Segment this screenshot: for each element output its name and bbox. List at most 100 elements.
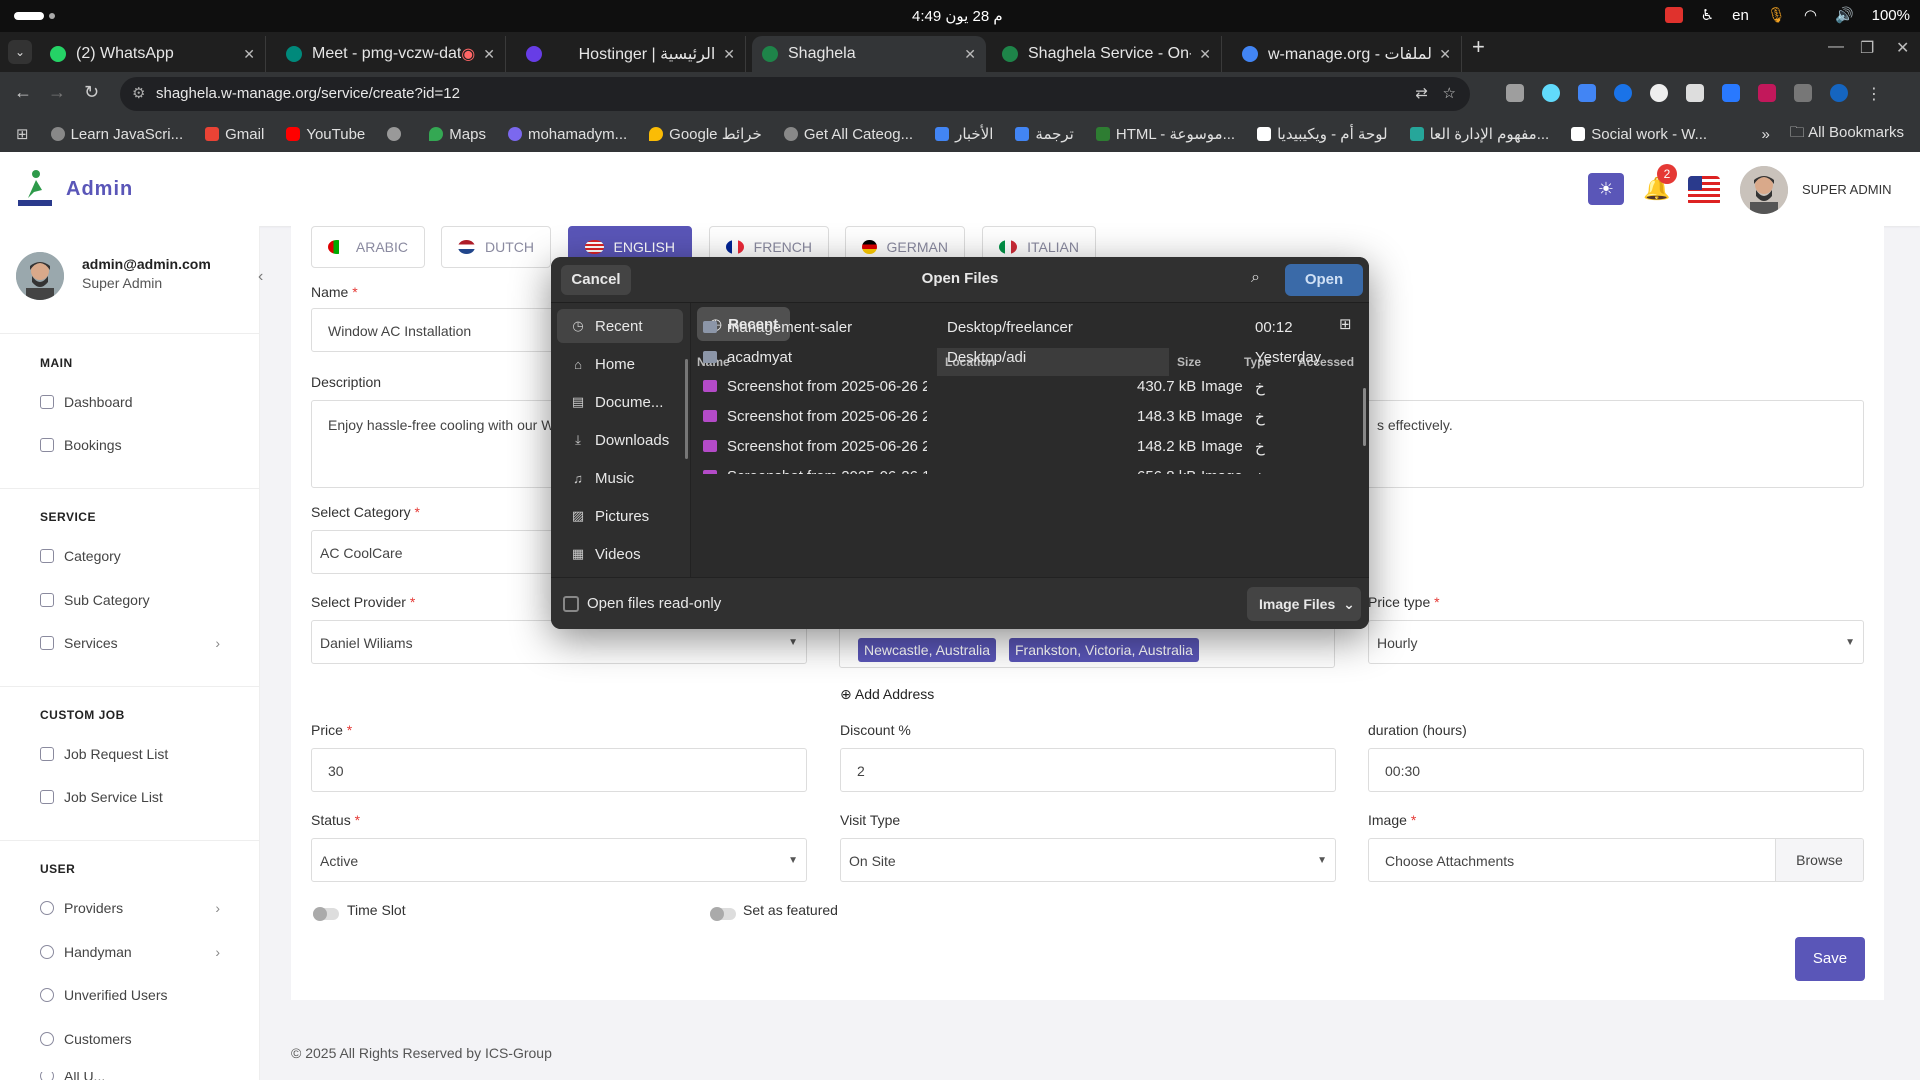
puzzle-extensions-icon[interactable] [1794, 84, 1812, 102]
restore-icon[interactable]: ❐ [1860, 38, 1874, 58]
duration-input[interactable]: 00:30 [1368, 748, 1864, 792]
tab-shaghela[interactable]: Shaghela ✕ [752, 36, 986, 72]
file-row[interactable]: acadmyat Desktop/adi Yesterday [691, 343, 1369, 373]
add-address-button[interactable]: ⊕ Add Address [840, 686, 934, 703]
bookmark-item[interactable]: لوحة أم - ويكيبيديا [1257, 125, 1388, 143]
bookmark-item[interactable]: ترجمة [1015, 125, 1074, 143]
file-type-filter[interactable]: Image Files ⌄ [1247, 587, 1361, 621]
status-select[interactable]: Active ▼ [311, 838, 807, 882]
sidebar-collapse-chevron-icon[interactable]: ‹ [258, 268, 263, 286]
place-music[interactable]: ♫ Music [557, 461, 683, 495]
sidebar-item-providers[interactable]: Providers › [40, 900, 220, 916]
more-bookmarks-icon[interactable]: » [1761, 126, 1769, 143]
header-avatar[interactable] [1740, 166, 1788, 214]
reload-icon[interactable]: ↻ [84, 82, 99, 103]
tab-meet[interactable]: Meet - pmg-vczw-dat ◉ ✕ [276, 36, 506, 72]
file-row[interactable]: Screenshot from 2025-06-26 19 656.8 kB Ima… [691, 462, 1369, 474]
place-downloads[interactable]: ⤓ Downloads [557, 423, 683, 457]
tab-w-manage[interactable]: w-manage.org - الملفات ✕ [1232, 36, 1462, 72]
tab-whatsapp[interactable]: (2) WhatsApp ✕ [40, 36, 266, 72]
close-tab-icon[interactable]: ✕ [723, 46, 735, 63]
bookmark-item[interactable]: HTML - موسوعة... [1095, 125, 1235, 143]
sidebar-item-job-request-list[interactable]: Job Request List [40, 746, 220, 762]
sidebar-item-unverified-users[interactable]: Unverified Users [40, 987, 220, 1003]
address-bar[interactable]: ⚙ shaghela.w-manage.org/service/create?i… [120, 77, 1470, 111]
file-row[interactable]: management-saler Desktop/freelancer 00:12 [691, 313, 1369, 343]
bookmark-item[interactable]: Gmail [205, 126, 264, 143]
bookmark-item[interactable]: YouTube [286, 126, 365, 143]
battery-level[interactable]: 100% [1872, 7, 1910, 24]
minimize-icon[interactable]: — [1828, 38, 1844, 56]
sidebar-item-customers[interactable]: Customers [40, 1031, 220, 1047]
address-chip[interactable]: Newcastle, Australia [858, 638, 997, 662]
open-button[interactable]: Open [1285, 264, 1363, 296]
bookmark-item[interactable]: Social work - W... [1571, 126, 1707, 143]
sidebar-scrollbar[interactable] [685, 359, 688, 459]
sidebar-item-handyman[interactable]: Handyman › [40, 944, 220, 960]
workspace-indicator[interactable] [14, 12, 44, 20]
ublock-icon[interactable] [1758, 84, 1776, 102]
place-recent[interactable]: ◷ Recent [557, 309, 683, 343]
workspace-dot[interactable] [49, 13, 55, 19]
tab-shaghela-service[interactable]: Shaghela Service - On-De✕ [992, 36, 1222, 72]
place-home[interactable]: ⌂ Home [557, 347, 683, 381]
close-tab-icon[interactable]: ✕ [1439, 46, 1451, 63]
sidebar-item-sub-category[interactable]: Sub Category [40, 592, 220, 608]
bookmark-item[interactable]: الأخبار [935, 125, 993, 143]
file-list-scrollbar[interactable] [1363, 388, 1366, 446]
wifi-icon[interactable]: ◠ [1804, 6, 1817, 24]
accessibility-icon[interactable]: ♿ [1701, 6, 1714, 24]
tab-search-chevron-icon[interactable]: ⌄ [8, 40, 32, 64]
react-devtools-icon[interactable] [1542, 84, 1560, 102]
checkmark-extension-icon[interactable] [1614, 84, 1632, 102]
close-tab-icon[interactable]: ✕ [483, 46, 495, 63]
price-type-select[interactable]: Hourly ▼ [1368, 620, 1864, 664]
all-bookmarks[interactable]: 🗀 All Bookmarks [1790, 122, 1904, 147]
search-icon[interactable]: ⌕ [1251, 269, 1260, 287]
keyboard-language[interactable]: en [1732, 7, 1749, 24]
lang-tab-dutch[interactable]: DUTCH [441, 226, 551, 268]
bookmark-item[interactable]: mohamadym... [507, 126, 627, 143]
bookmark-item[interactable]: مفهوم الإدارة العا... [1409, 125, 1549, 143]
header-username[interactable]: SUPER ADMIN [1802, 182, 1892, 197]
sidebar-item-services[interactable]: Services › [40, 635, 220, 651]
address-chip[interactable]: Frankston, Victoria, Australia [1009, 638, 1199, 662]
image-file-input[interactable]: Choose Attachments Browse [1368, 838, 1864, 882]
bookmark-star-icon[interactable]: ☆ [1443, 77, 1456, 111]
save-button[interactable]: Save [1795, 937, 1865, 981]
close-tab-icon[interactable]: ✕ [964, 46, 976, 63]
bookmark-item[interactable]: Learn JavaScri... [50, 126, 183, 143]
bookmark-item[interactable]: Get All Cateog... [783, 126, 913, 143]
back-arrow-icon[interactable]: ← [14, 82, 32, 103]
browser-menu-icon[interactable]: ⋮ [1866, 84, 1882, 104]
volume-icon[interactable]: 🔊 [1835, 6, 1854, 24]
cancel-button[interactable]: Cancel [561, 265, 631, 295]
profile-avatar-icon[interactable] [1830, 84, 1848, 102]
theme-toggle-sun-icon[interactable]: ☀ [1588, 173, 1624, 205]
vue-devtools-icon[interactable] [1506, 84, 1524, 102]
discount-input[interactable]: 2 [840, 748, 1336, 792]
bookmark-item[interactable]: Google خرائط [649, 125, 762, 143]
us-flag-icon[interactable] [1688, 176, 1720, 206]
visit-type-select[interactable]: On Site ▼ [840, 838, 1336, 882]
new-tab-icon[interactable]: + [1472, 34, 1485, 60]
close-tab-icon[interactable]: ✕ [243, 46, 255, 63]
os-clock[interactable]: 4:49 م 28 يون [912, 7, 1003, 25]
microphone-icon[interactable]: 🎙 [1767, 6, 1786, 24]
featured-toggle[interactable] [710, 907, 736, 921]
file-row[interactable]: Screenshot from 2025-06-26 20 148.2 kB Ima… [691, 432, 1369, 462]
bookmark-item[interactable] [387, 127, 407, 141]
place-videos[interactable]: ▦ Videos [557, 537, 683, 571]
circle-extension-icon[interactable] [1650, 84, 1668, 102]
site-info-icon[interactable]: ⚙ [132, 77, 145, 111]
browse-button[interactable]: Browse [1775, 839, 1863, 881]
forward-arrow-icon[interactable]: → [48, 82, 66, 103]
price-input[interactable]: 30 [311, 748, 807, 792]
tab-hostinger[interactable]: Hostinger | الرئيسية ✕ [516, 36, 746, 72]
apps-grid-icon[interactable]: ⊞ [16, 125, 29, 143]
time-slot-toggle[interactable] [313, 907, 339, 921]
recording-icon[interactable] [1664, 7, 1683, 23]
sidebar-item-cut[interactable]: All U... [40, 1072, 220, 1080]
close-tab-icon[interactable]: ✕ [1199, 46, 1211, 63]
color-picker-icon[interactable] [1686, 84, 1704, 102]
